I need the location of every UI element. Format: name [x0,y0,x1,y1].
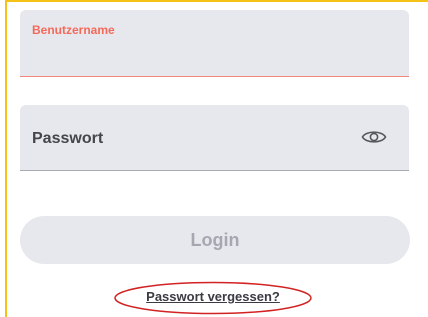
password-field[interactable]: Passwort [20,105,409,171]
username-field[interactable]: Benutzername [20,10,409,77]
username-label: Benutzername [32,23,115,37]
frame-top-border [5,0,428,2]
frame-left-border [5,0,7,317]
login-form: Benutzername Passwort Login Passwort ver… [0,0,428,317]
username-input[interactable] [32,44,396,70]
login-button[interactable]: Login [20,216,410,264]
forgot-password-link[interactable]: Passwort vergessen? [113,281,313,315]
eye-icon[interactable] [361,127,387,147]
password-label: Passwort [32,130,104,147]
forgot-password-area: Passwort vergessen? [113,281,313,315]
